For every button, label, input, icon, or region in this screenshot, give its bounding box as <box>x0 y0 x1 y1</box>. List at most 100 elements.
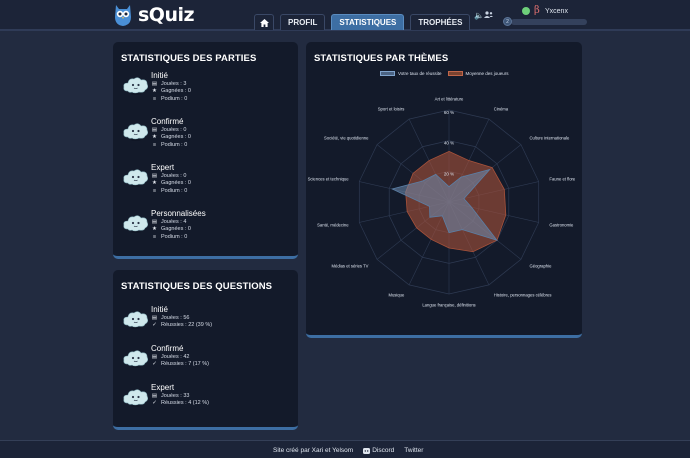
username[interactable]: Yxcenx <box>545 8 568 15</box>
mascot-cloud-icon <box>123 389 148 407</box>
stat-line-text: Gagnées : 0 <box>161 88 191 95</box>
stat-line-text: Podium : 0 <box>161 141 188 148</box>
stat-line: ≡ Podium : 0 <box>151 188 187 194</box>
stat-line-text: Jouées : 4 <box>161 219 187 225</box>
stat-line: ▤ Jouées : 0 <box>151 127 187 133</box>
stat-line: ★ Gagnées : 0 <box>151 134 191 140</box>
stat-level-name: Confirmé <box>151 117 184 126</box>
radar-category-label: Santé, médecine <box>317 222 349 227</box>
radar-category-label: Géographie <box>530 264 553 269</box>
stat-line: ▤ Jouées : 42 <box>151 354 190 360</box>
stat-line-text: Jouées : 42 <box>161 354 190 360</box>
check-icon: ✓ <box>152 361 157 368</box>
mascot-cloud-icon <box>123 350 148 368</box>
radar-category-label: Langue française, définitions <box>422 303 475 308</box>
stat-line: ★ Gagnées : 0 <box>151 88 191 94</box>
stat-line: ▤ Jouées : 3 <box>151 81 187 87</box>
stat-line: ✓ Réussies : 4 (12 %) <box>151 400 209 406</box>
radar-tick-label: 60 % <box>444 110 454 115</box>
radar-category-label: Art et littérature <box>435 97 464 102</box>
stat-line: ▤ Jouées : 0 <box>151 173 187 179</box>
radar-category-label: Faune et flore <box>549 177 576 182</box>
stat-line: ≡ Podium : 0 <box>151 142 187 148</box>
stat-level-name: Expert <box>151 383 175 392</box>
ticket-icon: ▤ <box>151 315 158 321</box>
radar-category-label: Cinéma <box>494 107 509 112</box>
ticket-icon: ▤ <box>151 173 158 179</box>
radar-category-label: Sciences et technique <box>308 177 350 182</box>
stat-level-name: Initié <box>151 71 168 80</box>
podium-icon: ≡ <box>152 233 157 240</box>
twitter-link[interactable]: Twitter <box>404 447 423 454</box>
stat-line: ≡ Podium : 0 <box>151 96 187 102</box>
trophy-icon: ★ <box>152 180 157 187</box>
stat-line-text: Gagnées : 0 <box>161 226 191 233</box>
radar-category-label: Société, vie quotidienne <box>324 135 369 140</box>
tab-profil[interactable]: PROFIL <box>280 14 326 30</box>
discord-label: Discord <box>372 447 395 454</box>
questions-title: STATISTIQUES DES QUESTIONS <box>121 281 273 292</box>
stat-line: ▤ Jouées : 56 <box>151 315 190 321</box>
stat-level-name: Confirmé <box>151 344 184 353</box>
stat-line-text: Podium : 0 <box>161 187 188 194</box>
stat-line-text: Jouées : 33 <box>161 393 190 399</box>
stat-line-text: Jouées : 56 <box>161 315 190 321</box>
stat-line: ★ Gagnées : 0 <box>151 180 191 186</box>
stat-line: ✓ Réussies : 7 (17 %) <box>151 361 209 367</box>
stat-line-text: Jouées : 0 <box>161 127 187 133</box>
stat-line: ▤ Jouées : 33 <box>151 393 190 399</box>
radar-category-label: Médias et séries TV <box>332 264 369 269</box>
questions-panel: STATISTIQUES DES QUESTIONS Initié ▤ Jouées… <box>113 270 298 430</box>
main-nav: PROFIL STATISTIQUES TROPHÉES <box>254 14 471 30</box>
level-badge: 2 <box>503 17 512 26</box>
trophy-icon: ★ <box>152 226 157 233</box>
podium-icon: ≡ <box>152 141 157 148</box>
radar-category-label: Musique <box>388 292 404 297</box>
ticket-icon: ▤ <box>151 219 158 225</box>
xp-progress-bar <box>511 19 587 25</box>
ticket-icon: ▤ <box>151 127 158 133</box>
stat-line-text: Gagnées : 0 <box>161 134 191 141</box>
stat-line: ✓ Réussies : 22 (39 %) <box>151 322 212 328</box>
friends-icon[interactable] <box>484 11 493 18</box>
parties-title: STATISTIQUES DES PARTIES <box>121 53 257 64</box>
beta-badge: β <box>534 5 540 16</box>
home-icon <box>259 18 269 27</box>
stat-line-text: Podium : 0 <box>161 95 188 102</box>
ticket-icon: ▤ <box>151 81 158 87</box>
discord-link[interactable]: Discord <box>363 447 394 454</box>
tab-home[interactable] <box>254 14 274 30</box>
radar-chart: 60 % 40 % 20 % Art et littérature Cinéma Cult… <box>308 97 576 308</box>
tab-statistiques[interactable]: STATISTIQUES <box>331 14 405 30</box>
stat-line-text: Podium : 0 <box>161 233 188 240</box>
trophy-icon: ★ <box>152 134 157 141</box>
footer-credit: Site créé par Xari et Yelsom <box>273 447 354 454</box>
status-indicator <box>522 7 530 15</box>
mascot-cloud-icon <box>123 77 148 95</box>
radar-tick-label: 20 % <box>444 171 454 176</box>
check-icon: ✓ <box>152 322 157 329</box>
radar-category-label: Culture internationale <box>530 135 570 140</box>
stat-line-text: Jouées : 3 <box>161 81 187 87</box>
stat-line-text: Réussies : 7 (17 %) <box>161 361 209 368</box>
stat-level-name: Initié <box>151 305 168 314</box>
owl-logo-icon <box>115 5 131 26</box>
stat-level-name: Personnalisées <box>151 209 206 218</box>
logo[interactable]: sQuiz <box>113 3 195 27</box>
mascot-cloud-icon <box>123 311 148 329</box>
user-area: 🔈 β Yxcenx 2 <box>474 5 587 27</box>
stat-level-name: Expert <box>151 163 175 172</box>
tab-trophees[interactable]: TROPHÉES <box>410 14 471 30</box>
trophy-icon: ★ <box>152 88 157 95</box>
podium-icon: ≡ <box>152 95 157 102</box>
app-name: sQuiz <box>138 4 195 26</box>
mascot-cloud-icon <box>123 169 148 187</box>
stat-line-text: Réussies : 22 (39 %) <box>161 322 213 329</box>
themes-panel: STATISTIQUES PAR THÈMES Votre taux de ré… <box>306 42 582 338</box>
ticket-icon: ▤ <box>151 393 158 399</box>
sound-icon[interactable]: 🔈 <box>474 11 484 20</box>
stat-line-text: Jouées : 0 <box>161 173 187 179</box>
top-bar: sQuiz PROFIL STATISTIQUES TROPHÉES 🔈 β Y… <box>0 0 690 31</box>
parties-panel: STATISTIQUES DES PARTIES Initié ▤ Jouées :… <box>113 42 298 259</box>
stat-line: ▤ Jouées : 4 <box>151 219 187 225</box>
